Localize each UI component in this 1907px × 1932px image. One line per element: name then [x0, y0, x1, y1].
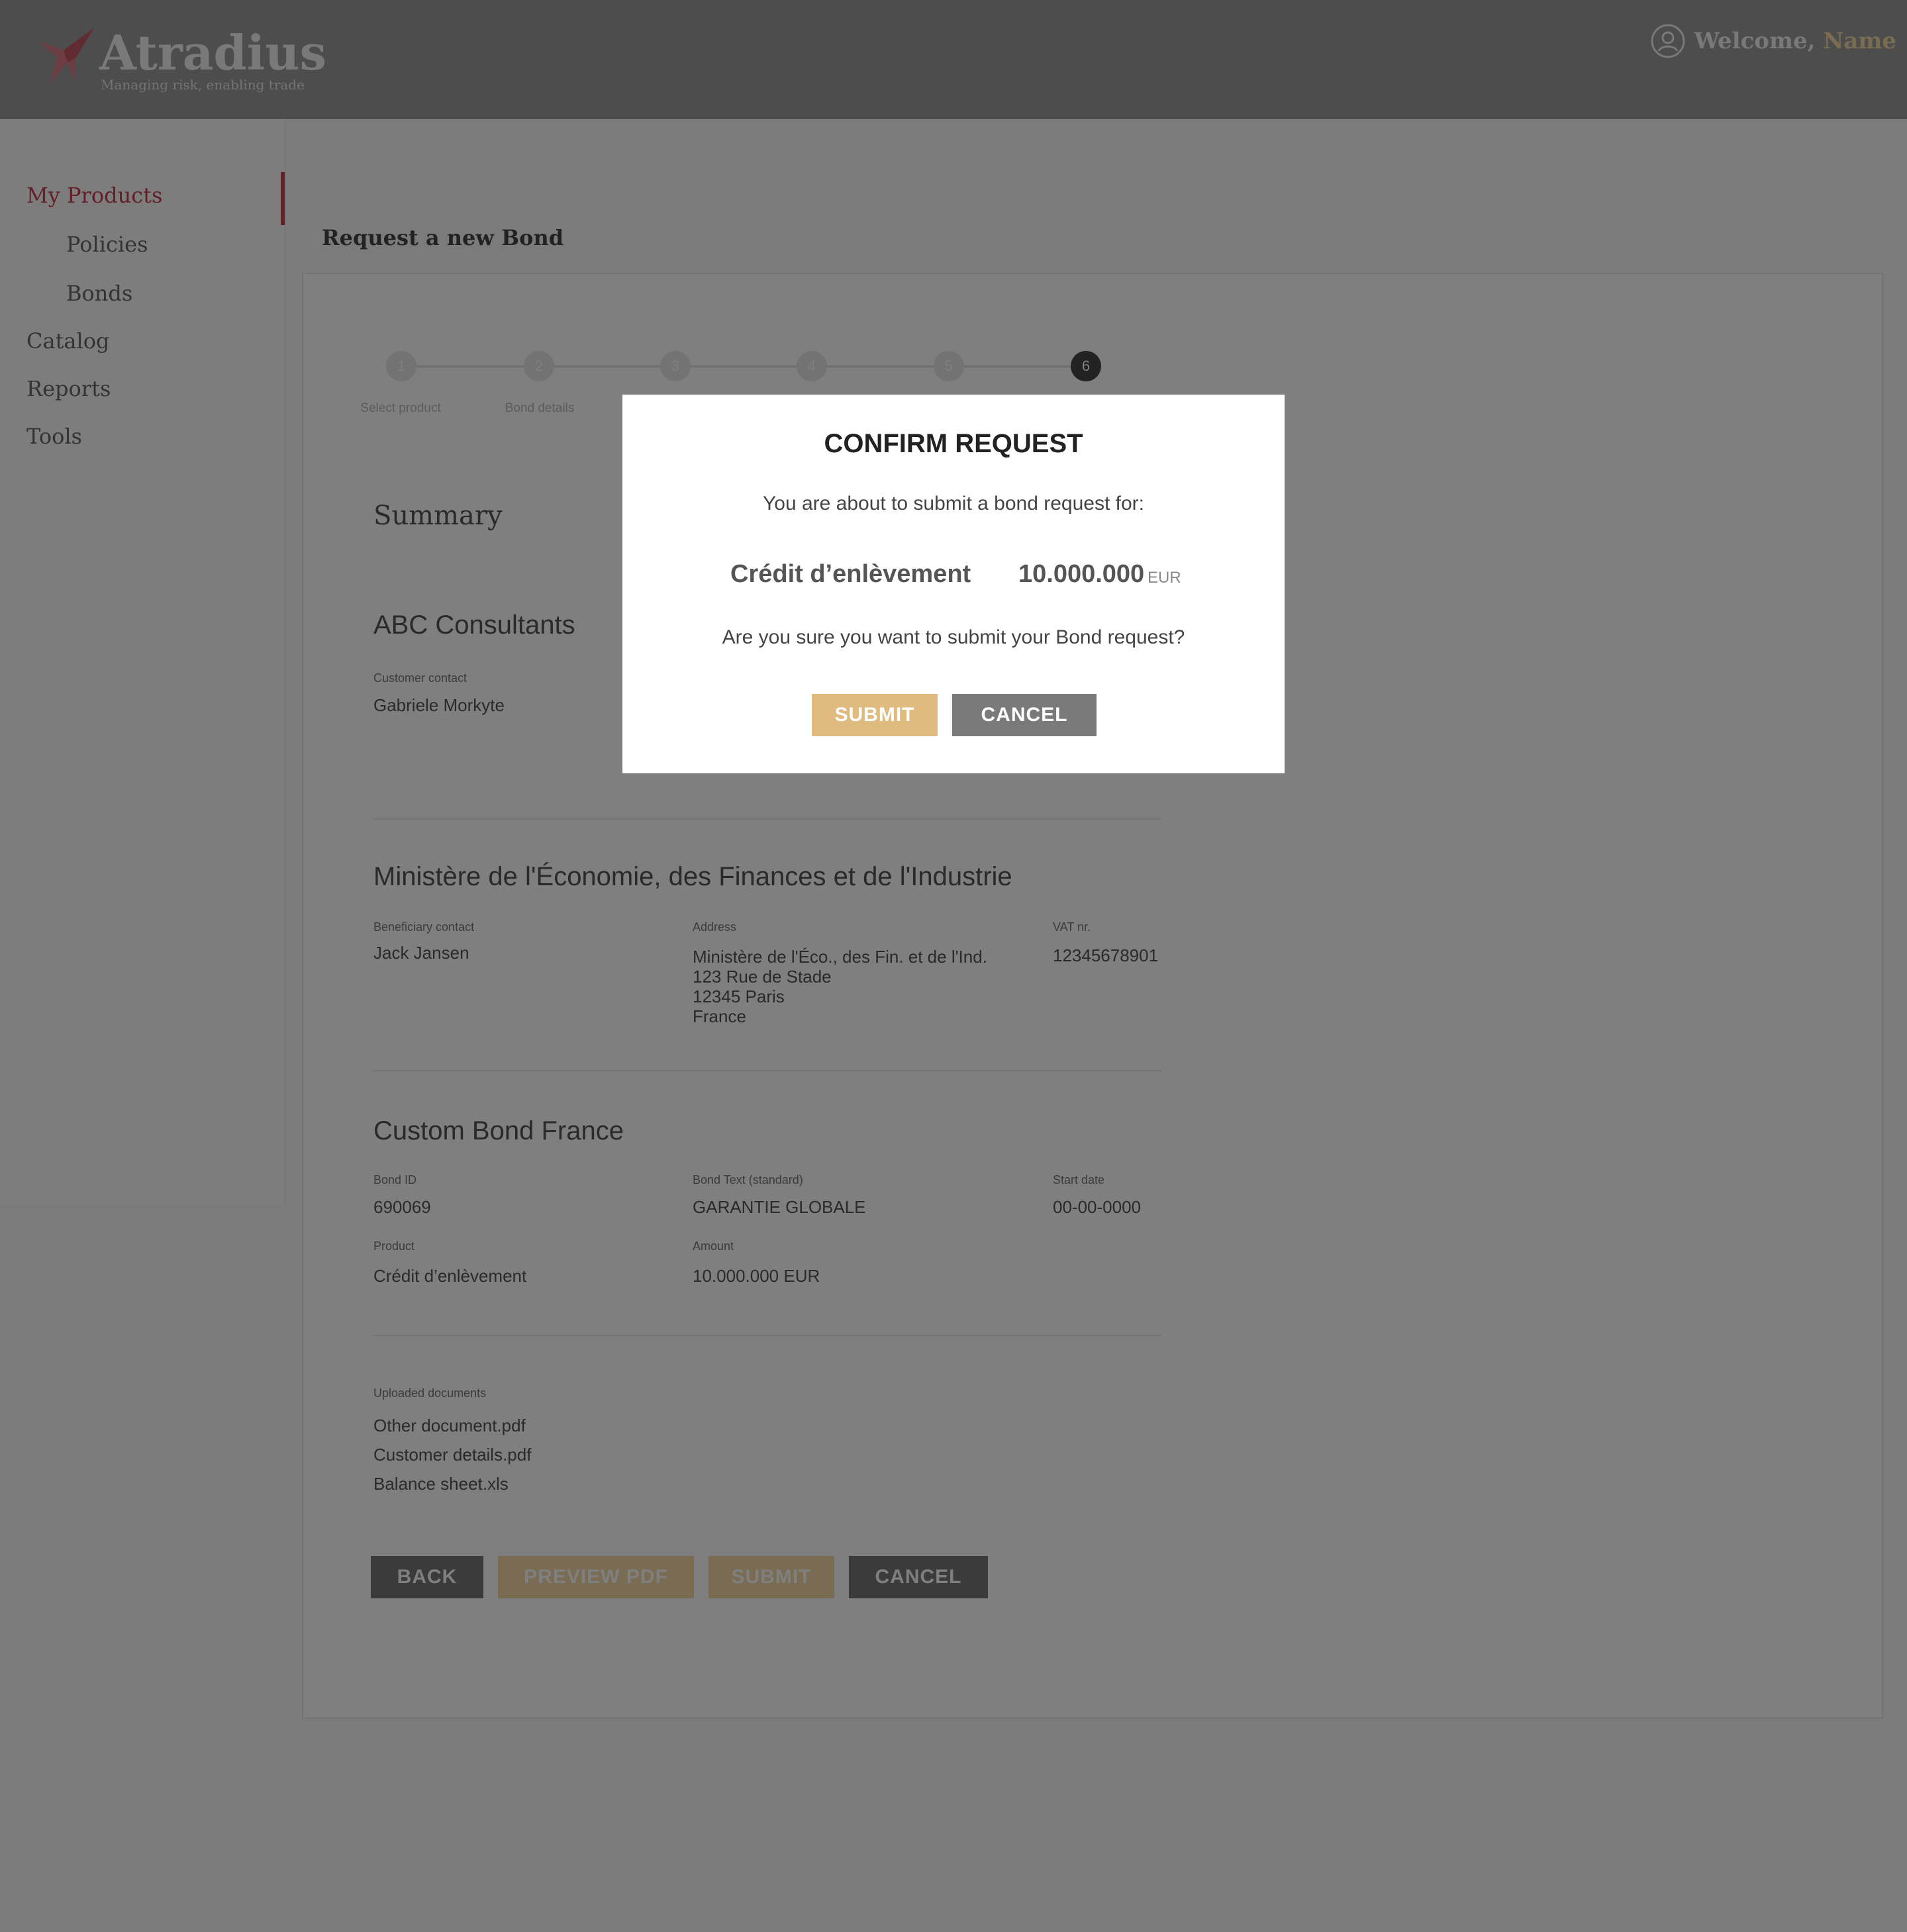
dialog-cancel-button[interactable]: CANCEL	[952, 694, 1097, 736]
dialog-question: Are you sure you want to submit your Bon…	[722, 626, 1185, 648]
dialog-subtitle: You are about to submit a bond request f…	[763, 493, 1144, 514]
modal-backdrop[interactable]	[0, 0, 1907, 1932]
dialog-submit-button[interactable]: SUBMIT	[812, 694, 938, 736]
dialog-amount: 10.000.000	[1018, 560, 1145, 588]
dialog-currency: EUR	[1148, 569, 1181, 587]
dialog-product: Crédit d’enlèvement	[730, 560, 971, 588]
dialog-title: CONFIRM REQUEST	[824, 429, 1083, 458]
confirm-request-dialog: CONFIRM REQUEST You are about to submit …	[622, 395, 1285, 773]
